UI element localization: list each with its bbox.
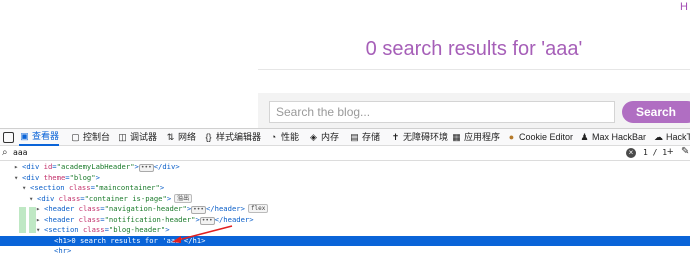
search-results-heading: 0 search results for 'aaa'	[365, 38, 583, 60]
screen: H 0 search results for 'aaa' Search the …	[0, 0, 690, 257]
devtools-panel: ▣ 查看器 ▢ 控制台 ◫ 调试器 ⇅ 网络{} 样式编辑器 ◔ 性能 ◈ 内存 ▤ 存储 ✝ 无障碍环境 ▦ 应用…	[0, 128, 690, 257]
blog-search-input[interactable]: Search the blog...	[269, 101, 615, 123]
page-left-blank-area	[0, 0, 258, 128]
web-page: H 0 search results for 'aaa' Search the …	[0, 0, 690, 128]
corner-link[interactable]: H	[680, 1, 688, 13]
search-button[interactable]: Search	[622, 101, 690, 123]
divider	[258, 69, 690, 70]
annotation-arrow	[172, 225, 233, 243]
